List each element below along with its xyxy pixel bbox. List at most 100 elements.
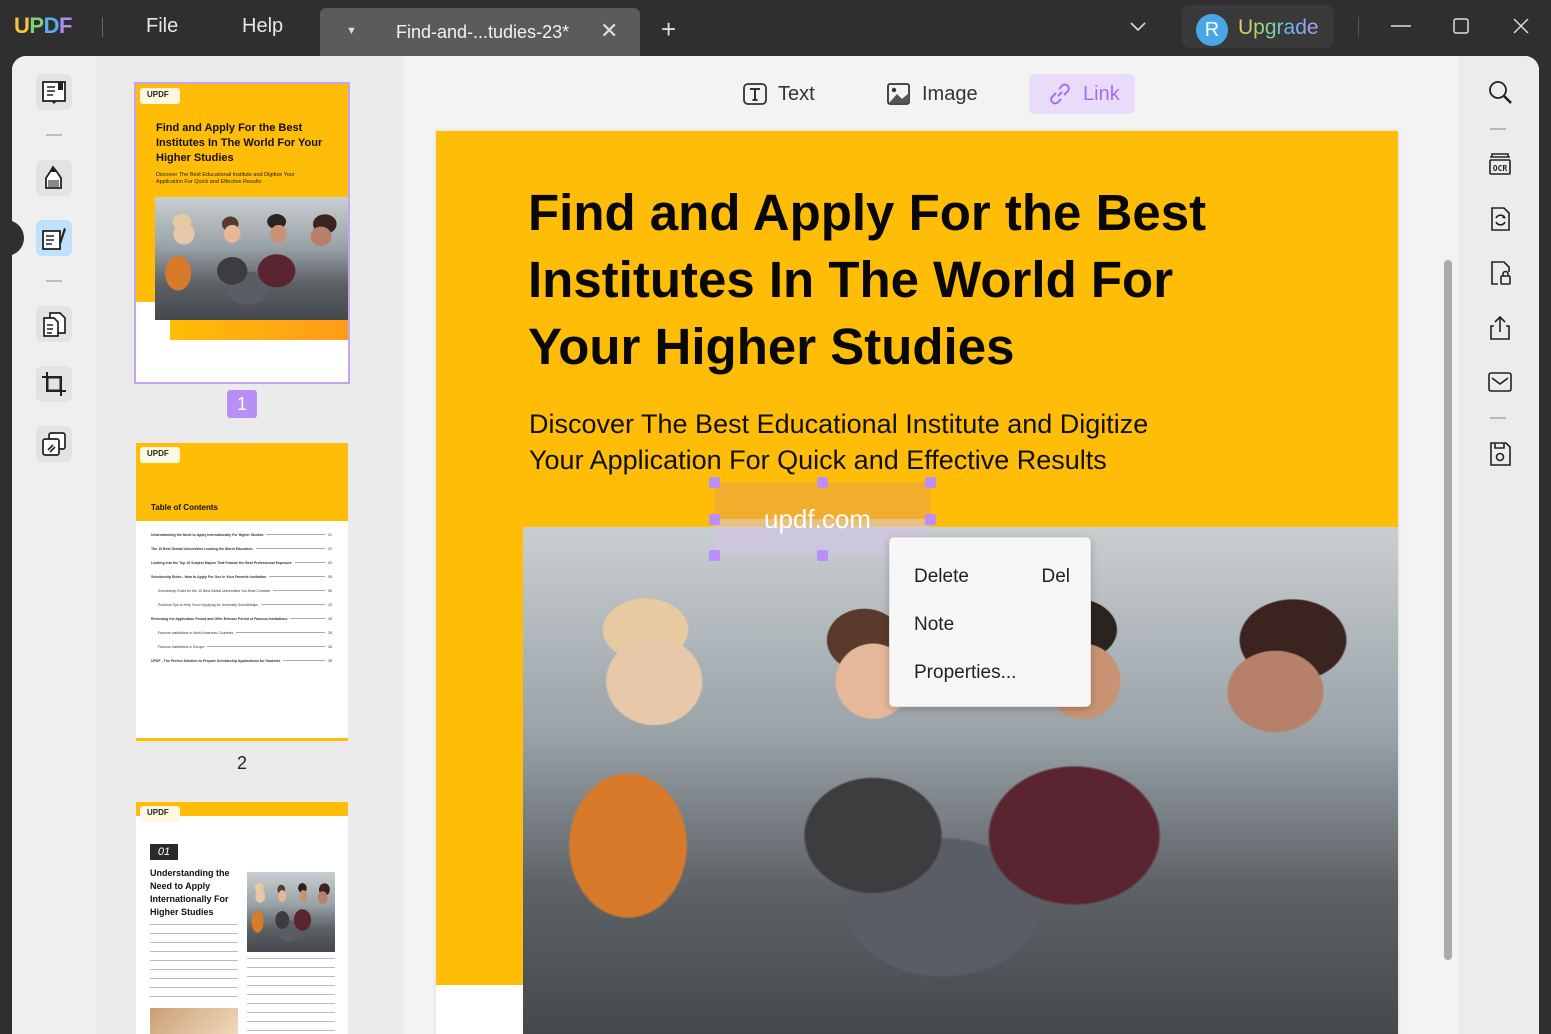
active-mode-indicator xyxy=(12,220,24,256)
svg-text:OCR: OCR xyxy=(1493,164,1508,173)
share-button[interactable] xyxy=(1485,313,1515,343)
menu-file[interactable]: File xyxy=(146,15,178,38)
save-icon xyxy=(1486,440,1514,468)
page-thumbnail-1[interactable]: UPDF Find and Apply For the Best Institu… xyxy=(134,82,350,384)
divider xyxy=(102,17,103,37)
page-thumbnail-2[interactable]: UPDF Table of Contents Understanding the… xyxy=(136,443,348,741)
book-icon xyxy=(40,78,68,106)
divider xyxy=(46,134,62,136)
email-button[interactable] xyxy=(1485,367,1515,397)
resize-handle-right[interactable] xyxy=(925,514,936,525)
thumb-title: Find and Apply For the Best Institutes I… xyxy=(156,122,323,164)
add-link-button[interactable]: Link xyxy=(1029,74,1135,114)
ocr-button[interactable]: OCR xyxy=(1485,150,1515,180)
thumbnail-panel: UPDF Find and Apply For the Best Institu… xyxy=(96,56,404,1034)
new-tab-button[interactable]: + xyxy=(661,16,676,42)
reader-mode-button[interactable] xyxy=(36,74,72,110)
menu-item-properties[interactable]: Properties... xyxy=(914,662,1070,684)
page-accent-bar xyxy=(436,527,523,985)
link-icon xyxy=(1047,81,1073,107)
save-button[interactable] xyxy=(1485,439,1515,469)
tab-list-chevron-down-icon[interactable] xyxy=(1128,16,1148,36)
updf-mini-logo: UPDF xyxy=(140,447,180,463)
organize-pages-button[interactable] xyxy=(36,306,72,342)
maximize-button[interactable] xyxy=(1446,12,1476,42)
toc-entry: The 10 Best Global Universities Leading … xyxy=(151,546,332,551)
link-text: updf.com xyxy=(764,504,871,534)
link-button-label: Link xyxy=(1083,82,1120,105)
crop-icon xyxy=(40,370,68,398)
toc-entry: Scholarship Rules for the 10 Best Global… xyxy=(158,588,332,593)
vertical-scrollbar[interactable] xyxy=(1444,260,1452,960)
watermark-button[interactable] xyxy=(36,426,72,462)
resize-handle-bottom[interactable] xyxy=(817,550,828,561)
comment-mode-button[interactable] xyxy=(36,160,72,196)
toc-entry: Reviewing the Application Period and Off… xyxy=(151,616,332,621)
resize-handle-bottom-left[interactable] xyxy=(709,550,720,561)
toc-entry: Scholarship Rules - How to Apply For One… xyxy=(151,574,332,579)
resize-handle-top-left[interactable] xyxy=(709,477,720,488)
protect-button[interactable] xyxy=(1485,258,1515,288)
toc-entry: Practical Tips to Help You in Applying f… xyxy=(158,602,332,607)
edit-pdf-icon xyxy=(40,224,68,252)
edit-mode-button[interactable] xyxy=(36,220,72,256)
crop-button[interactable] xyxy=(36,366,72,402)
thumb-chapter-number: 01 xyxy=(150,844,178,860)
toc-entry: UPDF - The Perfect Solution to Prepare S… xyxy=(151,658,332,663)
menu-item-delete[interactable]: Delete Del xyxy=(914,566,1070,588)
page-subtitle[interactable]: Discover The Best Educational Institute … xyxy=(529,406,1289,478)
protect-icon xyxy=(1486,259,1514,287)
convert-button[interactable] xyxy=(1485,204,1515,234)
context-menu: Delete Del Note Properties... xyxy=(889,537,1091,707)
toc-entry: Famous Institutions in Europe 26 xyxy=(158,644,332,649)
upgrade-label: Upgrade xyxy=(1238,16,1319,39)
thumb-subtitle: Discover The Best Educational Institute … xyxy=(156,172,295,185)
thumb-chapter-title: Understanding the Need to Apply Internat… xyxy=(150,868,230,917)
updf-logo: UPDF xyxy=(14,13,72,38)
toc-entry: Looking into the Top 10 Subject Majors T… xyxy=(151,560,332,565)
tab-title: Find-and-...tudies-23* xyxy=(396,22,570,42)
updf-mini-logo: UPDF xyxy=(140,806,180,822)
add-text-button[interactable]: Text xyxy=(724,74,833,114)
menu-help[interactable]: Help xyxy=(242,15,283,38)
title-bar: UPDF File Help ▼ Find-and-...tudies-23* … xyxy=(0,0,1551,56)
close-window-button[interactable] xyxy=(1506,12,1536,42)
avatar[interactable]: R xyxy=(1196,14,1228,46)
main-window: UPDF Find and Apply For the Best Institu… xyxy=(12,56,1539,1034)
divider xyxy=(1490,128,1506,130)
toc-entry: Famous Institutions in North American Co… xyxy=(158,630,332,635)
divider xyxy=(46,280,62,282)
resize-handle-top-right[interactable] xyxy=(925,477,936,488)
text-box-icon xyxy=(742,81,768,107)
right-tool-rail: OCR xyxy=(1459,56,1539,1034)
resize-handle-left[interactable] xyxy=(709,514,720,525)
divider xyxy=(1358,17,1359,37)
menu-item-note[interactable]: Note xyxy=(914,614,1070,636)
left-tool-rail xyxy=(12,56,96,1034)
add-image-button[interactable]: Image xyxy=(868,74,996,114)
search-button[interactable] xyxy=(1485,77,1515,107)
divider xyxy=(1490,417,1506,419)
document-viewer: Text Image Link Find and Apply For the B… xyxy=(404,56,1452,1034)
thumb-photo xyxy=(155,197,348,320)
highlighter-icon xyxy=(40,164,68,192)
updf-mini-logo: UPDF xyxy=(140,88,180,104)
page-title[interactable]: Find and Apply For the Best Institutes I… xyxy=(528,179,1328,380)
image-button-label: Image xyxy=(922,82,978,105)
resize-handle-top[interactable] xyxy=(817,477,828,488)
email-icon xyxy=(1486,368,1514,396)
minimize-button[interactable] xyxy=(1386,12,1416,42)
page-thumbnail-3[interactable]: UPDF 01 Understanding the Need to Apply … xyxy=(136,802,348,1034)
toc-entry: Understanding the Need to Apply Internat… xyxy=(151,532,332,537)
close-tab-icon[interactable]: ✕ xyxy=(600,18,618,44)
share-icon xyxy=(1486,314,1514,342)
text-button-label: Text xyxy=(778,82,815,105)
thumb-toc-heading: Table of Contents xyxy=(151,503,218,512)
tab-menu-caret-icon[interactable]: ▼ xyxy=(346,25,357,37)
upgrade-button[interactable]: R Upgrade xyxy=(1182,5,1334,48)
shortcut-label: Del xyxy=(1041,566,1070,587)
document-tab[interactable]: ▼ Find-and-...tudies-23* ✕ xyxy=(320,8,640,56)
pages-icon xyxy=(40,310,68,338)
convert-icon xyxy=(1486,205,1514,233)
search-icon xyxy=(1486,78,1514,106)
